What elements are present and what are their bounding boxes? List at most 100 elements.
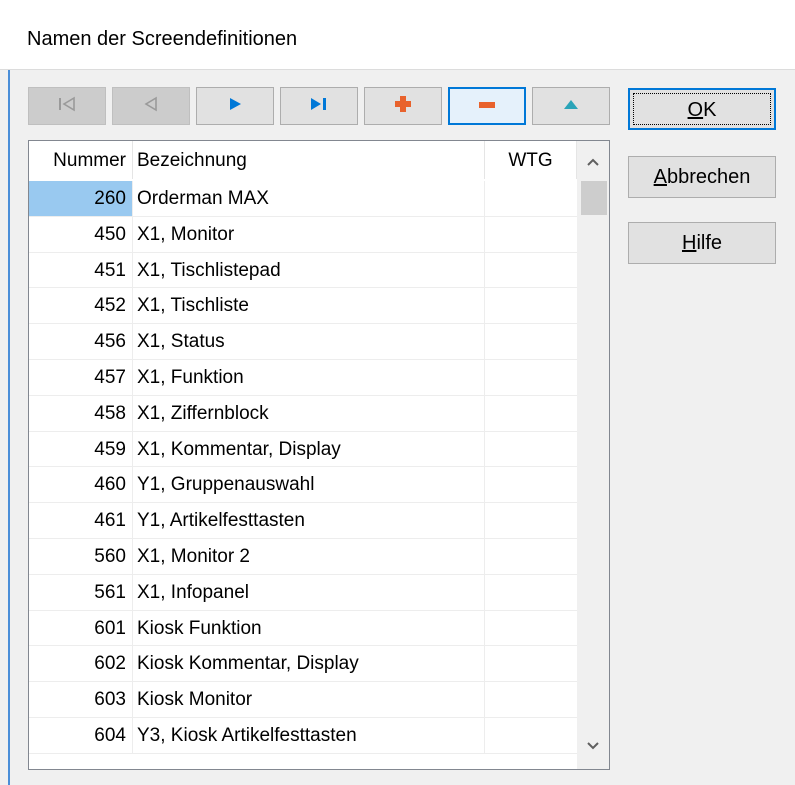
delete-record-button[interactable] (448, 87, 526, 125)
cell-wtg[interactable] (485, 181, 577, 217)
cell-wtg[interactable] (485, 718, 577, 754)
cell-nummer[interactable]: 459 (29, 431, 133, 468)
cell-bezeichnung[interactable]: X1, Ziffernblock (133, 395, 485, 432)
chevron-down-icon (586, 738, 600, 756)
title-bar: Namen der Screendefinitionen (0, 0, 795, 70)
help-button[interactable]: Hilfe (628, 222, 776, 264)
focus-rectangle (633, 93, 771, 125)
table-row[interactable]: 601 Kiosk Funktion (29, 610, 577, 647)
cell-nummer[interactable]: 461 (29, 503, 133, 539)
cell-bezeichnung[interactable]: X1, Tischlistepad (133, 252, 485, 289)
cell-wtg[interactable] (485, 253, 577, 289)
cell-wtg[interactable] (485, 288, 577, 325)
scroll-up-arrow[interactable] (577, 145, 609, 181)
cell-nummer[interactable]: 458 (29, 395, 133, 432)
scroll-down-arrow[interactable] (577, 729, 609, 765)
vertical-scrollbar[interactable] (577, 141, 609, 769)
table-row[interactable]: 457 X1, Funktion (29, 359, 577, 396)
cell-nummer[interactable]: 460 (29, 467, 133, 504)
cancel-label-post: bbrechen (666, 166, 751, 188)
edit-record-button[interactable] (532, 87, 610, 125)
cell-wtg[interactable] (485, 360, 577, 396)
table-row[interactable]: 460 Y1, Gruppenauswahl (29, 467, 577, 504)
cell-bezeichnung[interactable]: X1, Monitor 2 (133, 538, 485, 575)
table-row[interactable]: 561 X1, Infopanel (29, 574, 577, 611)
cell-bezeichnung[interactable]: Kiosk Funktion (133, 610, 485, 647)
cell-nummer[interactable]: 456 (29, 324, 133, 360)
cell-nummer[interactable]: 450 (29, 216, 133, 253)
help-accelerator: H (681, 232, 697, 254)
cell-wtg[interactable] (485, 324, 577, 360)
chevron-up-icon (586, 154, 600, 172)
last-record-icon (308, 96, 330, 117)
table-row[interactable]: 456 X1, Status (29, 324, 577, 360)
help-label-post: ilfe (696, 232, 723, 254)
record-navigator (28, 87, 610, 127)
cancel-accelerator: A (653, 166, 667, 188)
grid-rows: 260 Orderman MAX 450 X1, Monitor 451 X1, Tisc… (29, 181, 577, 754)
cell-bezeichnung[interactable]: Y1, Artikelfesttasten (133, 503, 485, 539)
cell-nummer[interactable]: 457 (29, 359, 133, 396)
grid-header: Nummer Bezeichnung WTG (29, 141, 577, 179)
cell-nummer[interactable]: 601 (29, 610, 133, 647)
cell-nummer[interactable]: 260 (29, 181, 133, 217)
table-row[interactable]: 451 X1, Tischlistepad (29, 252, 577, 289)
insert-record-button[interactable] (364, 87, 442, 125)
cell-bezeichnung[interactable]: X1, Kommentar, Display (133, 431, 485, 468)
last-record-button[interactable] (280, 87, 358, 125)
window-left-border (8, 70, 10, 785)
table-row[interactable]: 560 X1, Monitor 2 (29, 538, 577, 575)
triangle-up-icon (561, 97, 581, 116)
cell-wtg[interactable] (485, 646, 577, 683)
cell-nummer[interactable]: 451 (29, 252, 133, 289)
cell-wtg[interactable] (485, 432, 577, 468)
table-row[interactable]: 602 Kiosk Kommentar, Display (29, 646, 577, 683)
cell-bezeichnung[interactable]: Kiosk Monitor (133, 682, 485, 718)
next-record-button[interactable] (196, 87, 274, 125)
cell-nummer[interactable]: 603 (29, 682, 133, 718)
table-row[interactable]: 603 Kiosk Monitor (29, 682, 577, 718)
cell-bezeichnung[interactable]: X1, Monitor (133, 216, 485, 253)
cell-nummer[interactable]: 452 (29, 288, 133, 325)
next-record-icon (226, 96, 244, 117)
table-row[interactable]: 452 X1, Tischliste (29, 288, 577, 325)
cell-wtg[interactable] (485, 503, 577, 539)
cell-wtg[interactable] (485, 539, 577, 575)
cell-bezeichnung[interactable]: X1, Tischliste (133, 288, 485, 325)
cell-nummer[interactable]: 604 (29, 717, 133, 754)
screen-definitions-grid[interactable]: Nummer Bezeichnung WTG 260 Orderman MAX 45… (28, 140, 610, 770)
table-row[interactable]: 604 Y3, Kiosk Artikelfesttasten (29, 717, 577, 754)
cell-bezeichnung[interactable]: Y1, Gruppenauswahl (133, 467, 485, 504)
cell-bezeichnung[interactable]: Kiosk Kommentar, Display (133, 646, 485, 683)
cell-bezeichnung[interactable]: Y3, Kiosk Artikelfesttasten (133, 717, 485, 754)
table-row[interactable]: 459 X1, Kommentar, Display (29, 431, 577, 468)
cell-wtg[interactable] (485, 217, 577, 253)
cell-nummer[interactable]: 602 (29, 646, 133, 683)
cell-bezeichnung[interactable]: X1, Funktion (133, 359, 485, 396)
cell-wtg[interactable] (485, 467, 577, 504)
table-row[interactable]: 461 Y1, Artikelfesttasten (29, 503, 577, 539)
prior-record-icon (142, 96, 160, 117)
column-header-wtg[interactable]: WTG (485, 141, 577, 179)
table-row[interactable]: 450 X1, Monitor (29, 216, 577, 253)
column-header-bezeichnung[interactable]: Bezeichnung (133, 141, 485, 179)
cell-wtg[interactable] (485, 575, 577, 611)
first-record-button[interactable] (28, 87, 106, 125)
table-row[interactable]: 260 Orderman MAX (29, 181, 577, 217)
cancel-button[interactable]: Abbrechen (628, 156, 776, 198)
table-row[interactable]: 458 X1, Ziffernblock (29, 395, 577, 432)
column-header-nummer[interactable]: Nummer (29, 141, 133, 179)
cell-bezeichnung[interactable]: X1, Status (133, 324, 485, 360)
cell-bezeichnung[interactable]: Orderman MAX (133, 181, 485, 217)
cell-wtg[interactable] (485, 682, 577, 718)
cell-wtg[interactable] (485, 396, 577, 432)
cell-nummer[interactable]: 560 (29, 538, 133, 575)
window-title: Namen der Screendefinitionen (27, 28, 298, 50)
minus-icon (477, 97, 497, 115)
scrollbar-thumb[interactable] (581, 181, 607, 215)
cell-wtg[interactable] (485, 611, 577, 647)
ok-button[interactable]: OK (628, 88, 776, 130)
prior-record-button[interactable] (112, 87, 190, 125)
cell-nummer[interactable]: 561 (29, 574, 133, 611)
cell-bezeichnung[interactable]: X1, Infopanel (133, 574, 485, 611)
